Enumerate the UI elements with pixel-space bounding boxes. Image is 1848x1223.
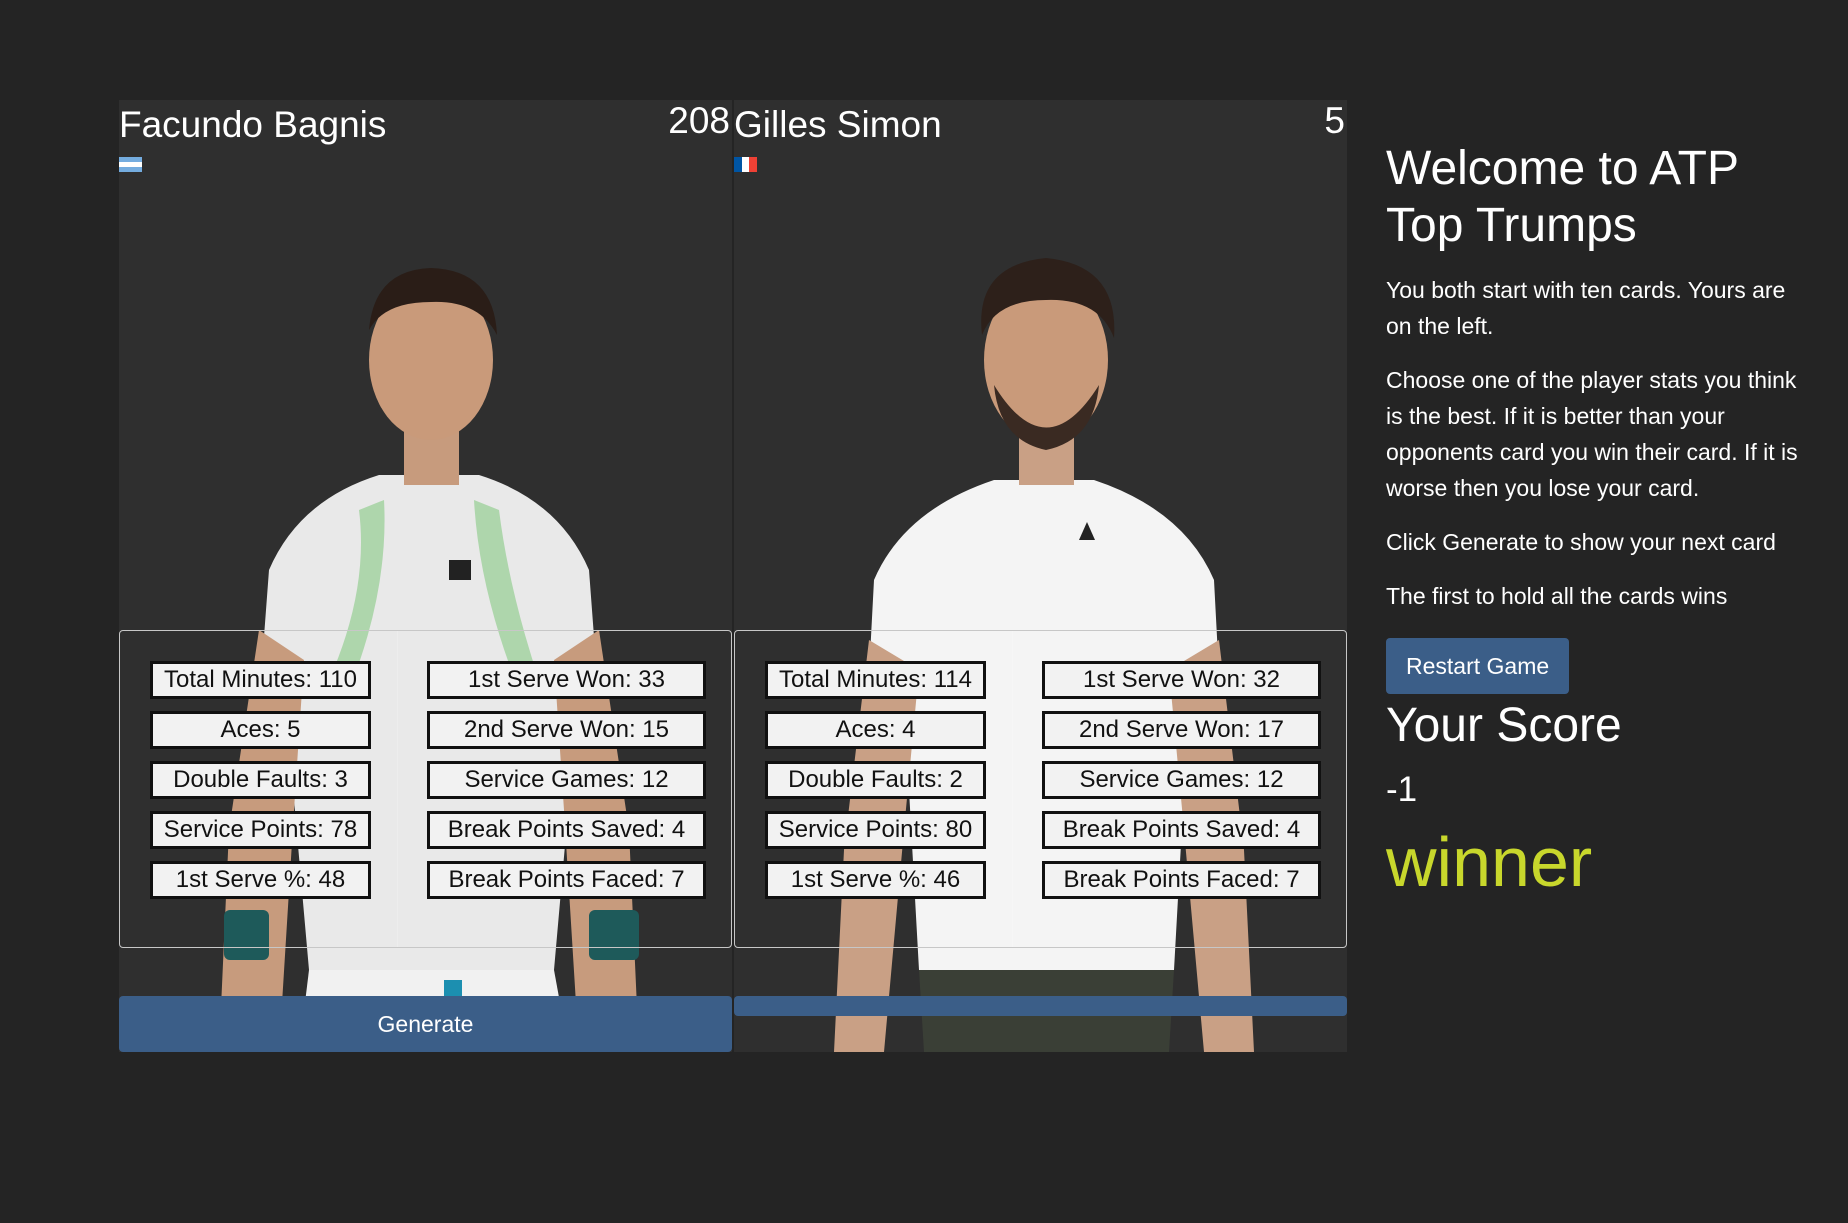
opponent-name: Gilles Simon [734, 104, 942, 145]
stats-divider [397, 631, 398, 947]
stat-double-faults: Double Faults: 2 [765, 761, 986, 799]
instructions-paragraph: Click Generate to show your next card [1386, 529, 1776, 555]
player-stats-panel: Total Minutes: 110 Aces: 5 Double Faults… [119, 630, 732, 948]
stat-first-serve-pct[interactable]: 1st Serve %: 48 [150, 861, 371, 899]
stat-service-points[interactable]: Service Points: 78 [150, 811, 371, 849]
stat-break-points-saved[interactable]: Break Points Saved: 4 [427, 811, 706, 849]
stat-aces[interactable]: Aces: 5 [150, 711, 371, 749]
generate-button[interactable]: Generate [119, 996, 732, 1052]
france-flag-icon [734, 157, 758, 172]
stat-first-serve-pct: 1st Serve %: 46 [765, 861, 986, 899]
stat-service-points: Service Points: 80 [765, 811, 986, 849]
stat-service-games[interactable]: Service Games: 12 [427, 761, 706, 799]
stat-break-points-faced: Break Points Faced: 7 [1042, 861, 1321, 899]
player-rank: 208 [668, 100, 730, 141]
opponent-button-bar [734, 996, 1347, 1016]
stat-first-serve-won: 1st Serve Won: 32 [1042, 661, 1321, 699]
page-title: Welcome to ATP Top Trumps [1386, 142, 1739, 252]
stat-break-points-saved: Break Points Saved: 4 [1042, 811, 1321, 849]
instructions-paragraph: The first to hold all the cards wins [1386, 583, 1728, 609]
result-text: winner [1386, 823, 1593, 901]
player-card: Facundo Bagnis 208 Total Minutes: 110 Ac… [119, 100, 732, 1052]
stats-divider [1012, 631, 1013, 947]
score-value: -1 [1386, 770, 1418, 809]
sidebar: Welcome to ATP Top Trumps You both start… [1386, 140, 1806, 902]
instructions-paragraph: You both start with ten cards. Yours are… [1386, 277, 1786, 339]
stat-double-faults[interactable]: Double Faults: 3 [150, 761, 371, 799]
stat-first-serve-won[interactable]: 1st Serve Won: 33 [427, 661, 706, 699]
stat-aces: Aces: 4 [765, 711, 986, 749]
player-name: Facundo Bagnis [119, 104, 387, 145]
stat-total-minutes: Total Minutes: 114 [765, 661, 986, 699]
opponent-stats-panel: Total Minutes: 114 Aces: 4 Double Faults… [734, 630, 1347, 948]
opponent-card: Gilles Simon 5 Total Minutes: 114 Aces: … [734, 100, 1347, 1052]
opponent-rank: 5 [1324, 100, 1345, 141]
score-heading: Your Score [1386, 699, 1622, 752]
instructions-paragraph: Choose one of the player stats you think… [1386, 367, 1798, 501]
stat-total-minutes[interactable]: Total Minutes: 110 [150, 661, 371, 699]
stat-break-points-faced[interactable]: Break Points Faced: 7 [427, 861, 706, 899]
stat-service-games: Service Games: 12 [1042, 761, 1321, 799]
argentina-flag-icon [119, 157, 142, 172]
stat-second-serve-won: 2nd Serve Won: 17 [1042, 711, 1321, 749]
restart-game-button[interactable]: Restart Game [1386, 638, 1570, 694]
stat-second-serve-won[interactable]: 2nd Serve Won: 15 [427, 711, 706, 749]
